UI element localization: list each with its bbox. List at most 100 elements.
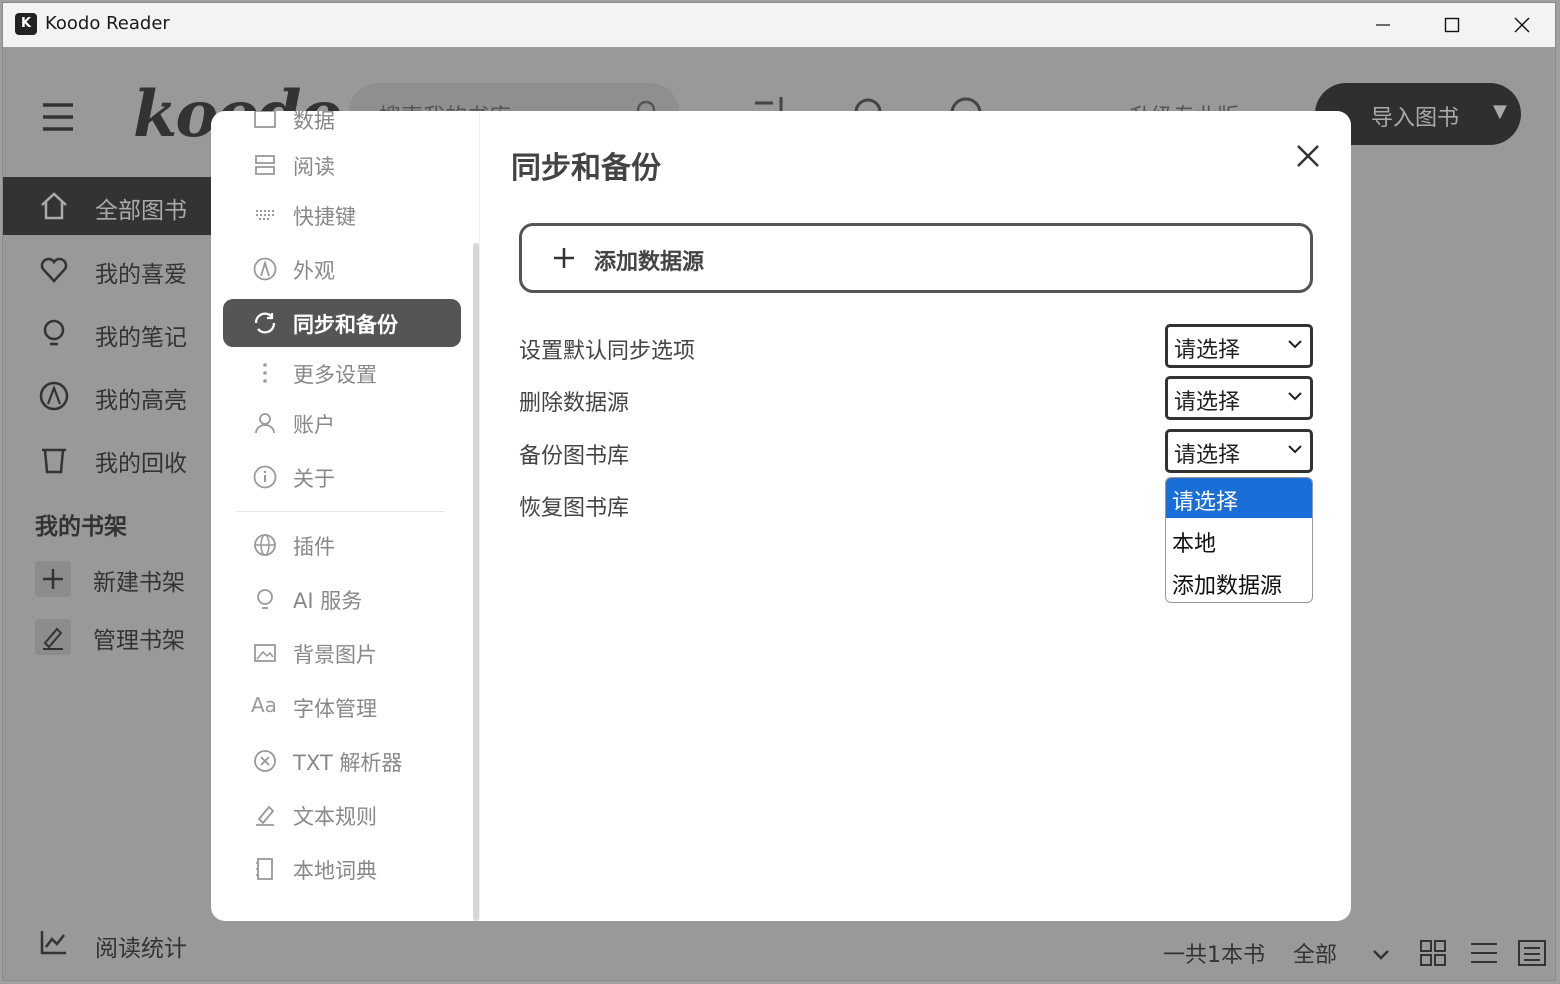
sync-icon <box>254 312 276 334</box>
menu-label: AI 服务 <box>293 589 363 613</box>
select-value: 请选择 <box>1174 443 1241 468</box>
dialog-title: 同步和备份 <box>511 151 661 186</box>
menu-button[interactable] <box>41 102 75 136</box>
delete-source-select[interactable]: 请选择 <box>1165 376 1313 420</box>
sidebar-label: 我的喜爱 <box>95 262 187 288</box>
title-bar: K Koodo Reader <box>3 3 1555 47</box>
home-icon <box>41 192 67 220</box>
close-dialog-button[interactable] <box>1293 141 1323 171</box>
list-view-button[interactable] <box>1469 939 1499 973</box>
menu-label: 背景图片 <box>293 643 377 667</box>
manage-shelf-label: 管理书架 <box>93 628 185 654</box>
dropdown-option[interactable]: 请选择 <box>1166 478 1312 518</box>
highlight-icon <box>39 381 69 411</box>
option-label: 添加数据源 <box>1172 574 1283 599</box>
menu-label: 外观 <box>293 259 335 283</box>
user-icon <box>255 413 275 434</box>
chevron-down-icon <box>1288 340 1302 349</box>
menu-label: 阅读 <box>293 155 335 179</box>
chevron-down-icon <box>1288 392 1302 401</box>
menu-scrollbar[interactable] <box>473 243 479 921</box>
parser-icon <box>254 750 276 772</box>
sidebar-item-all-books[interactable]: 全部图书 <box>3 177 213 235</box>
menu-item-account[interactable]: 账户 <box>223 399 461 447</box>
maximize-button[interactable] <box>1417 3 1487 47</box>
minimize-button[interactable] <box>1348 3 1418 47</box>
menu-label: 本地词典 <box>293 859 377 883</box>
close-icon <box>1297 145 1319 167</box>
sidebar-item-notes[interactable]: 我的笔记 <box>3 304 213 362</box>
filter-dropdown[interactable] <box>1371 943 1391 968</box>
delete-source-label: 删除数据源 <box>519 391 630 416</box>
detail-view-button[interactable] <box>1517 939 1547 973</box>
hamburger-icon <box>43 103 73 131</box>
backup-library-label: 备份图书库 <box>519 444 630 469</box>
keyboard-icon <box>256 210 274 220</box>
menu-divider <box>237 511 445 512</box>
window-title: Koodo Reader <box>45 13 170 34</box>
menu-item-reading[interactable]: 阅读 <box>223 141 461 189</box>
menu-item-ai-service[interactable]: AI 服务 <box>223 575 461 623</box>
dropdown-option[interactable]: 添加数据源 <box>1166 562 1312 602</box>
menu-item-background[interactable]: 背景图片 <box>223 629 461 677</box>
default-sync-select[interactable]: 请选择 <box>1165 324 1313 368</box>
plus-icon <box>35 561 71 597</box>
more-icon <box>263 363 267 383</box>
menu-item-sync-backup[interactable]: 同步和备份 <box>223 299 461 347</box>
detail-list-icon <box>1518 940 1546 966</box>
select-value: 请选择 <box>1174 390 1241 415</box>
menu-label: TXT 解析器 <box>293 751 403 775</box>
backup-library-select[interactable]: 请选择 <box>1165 429 1313 473</box>
sidebar-item-trash[interactable]: 我的回收 <box>3 430 213 488</box>
bulb-icon <box>257 589 273 609</box>
settings-dialog: 数据 阅读 快捷键 外观 同步和备份 更多设置 账户 关于 插件 AI 服务 背… <box>211 111 1351 921</box>
sidebar-label: 全部图书 <box>95 198 187 224</box>
sidebar-item-highlights[interactable]: 我的高亮 <box>3 367 213 425</box>
maximize-icon <box>1444 17 1460 33</box>
shelf-section-title: 我的书架 <box>35 514 127 540</box>
menu-item-dictionary[interactable]: 本地词典 <box>223 845 461 893</box>
trash-icon <box>42 448 66 474</box>
sidebar-item-favorites[interactable]: 我的喜爱 <box>3 241 213 299</box>
settings-menu: 数据 阅读 快捷键 外观 同步和备份 更多设置 账户 关于 插件 AI 服务 背… <box>211 111 480 921</box>
sidebar-label: 我的回收 <box>95 451 187 477</box>
dropdown-option[interactable]: 本地 <box>1166 520 1312 560</box>
menu-item-more-settings[interactable]: 更多设置 <box>223 349 461 397</box>
chevron-down-icon <box>1288 445 1302 454</box>
font-icon: Aa <box>251 693 277 717</box>
minimize-icon <box>1376 24 1390 26</box>
grid-icon <box>1420 940 1446 966</box>
menu-label: 快捷键 <box>293 205 356 229</box>
reading-stats-button[interactable]: 阅读统计 <box>39 929 187 962</box>
menu-item-text-rules[interactable]: 文本规则 <box>223 791 461 839</box>
grid-view-button[interactable] <box>1419 939 1449 973</box>
menu-item-fonts[interactable]: Aa 字体管理 <box>223 683 461 731</box>
menu-item-data[interactable]: 数据 <box>223 111 461 143</box>
menu-item-appearance[interactable]: 外观 <box>223 245 461 293</box>
sidebar-label: 我的高亮 <box>95 388 187 414</box>
add-data-source-button[interactable]: 添加数据源 <box>519 223 1313 293</box>
restore-library-label: 恢复图书库 <box>519 496 630 521</box>
close-window-button[interactable] <box>1487 3 1555 47</box>
menu-label: 数据 <box>293 111 335 133</box>
option-label: 本地 <box>1172 532 1217 557</box>
dropdown-arrow-icon[interactable]: ▼ <box>1493 101 1507 122</box>
edit-icon <box>256 805 275 826</box>
menu-item-about[interactable]: 关于 <box>223 453 461 501</box>
stats-label: 阅读统计 <box>95 936 187 962</box>
menu-label: 关于 <box>293 467 335 491</box>
menu-label: 文本规则 <box>293 805 377 829</box>
filter-select[interactable]: 全部 <box>1293 937 1337 969</box>
select-value: 请选择 <box>1174 338 1241 363</box>
menu-item-txt-parser[interactable]: TXT 解析器 <box>223 737 461 785</box>
menu-label: 账户 <box>293 413 335 437</box>
reading-icon <box>255 155 275 175</box>
menu-item-shortcuts[interactable]: 快捷键 <box>223 191 461 239</box>
menu-item-plugins[interactable]: 插件 <box>223 521 461 569</box>
globe-icon <box>254 534 276 556</box>
plus-icon <box>554 248 574 268</box>
chart-icon <box>40 931 66 955</box>
app-window: K Koodo Reader koodo 搜索我的书库 升级专业版 <box>2 2 1556 981</box>
add-source-label: 添加数据源 <box>594 250 705 275</box>
chevron-down-icon <box>1373 950 1389 960</box>
